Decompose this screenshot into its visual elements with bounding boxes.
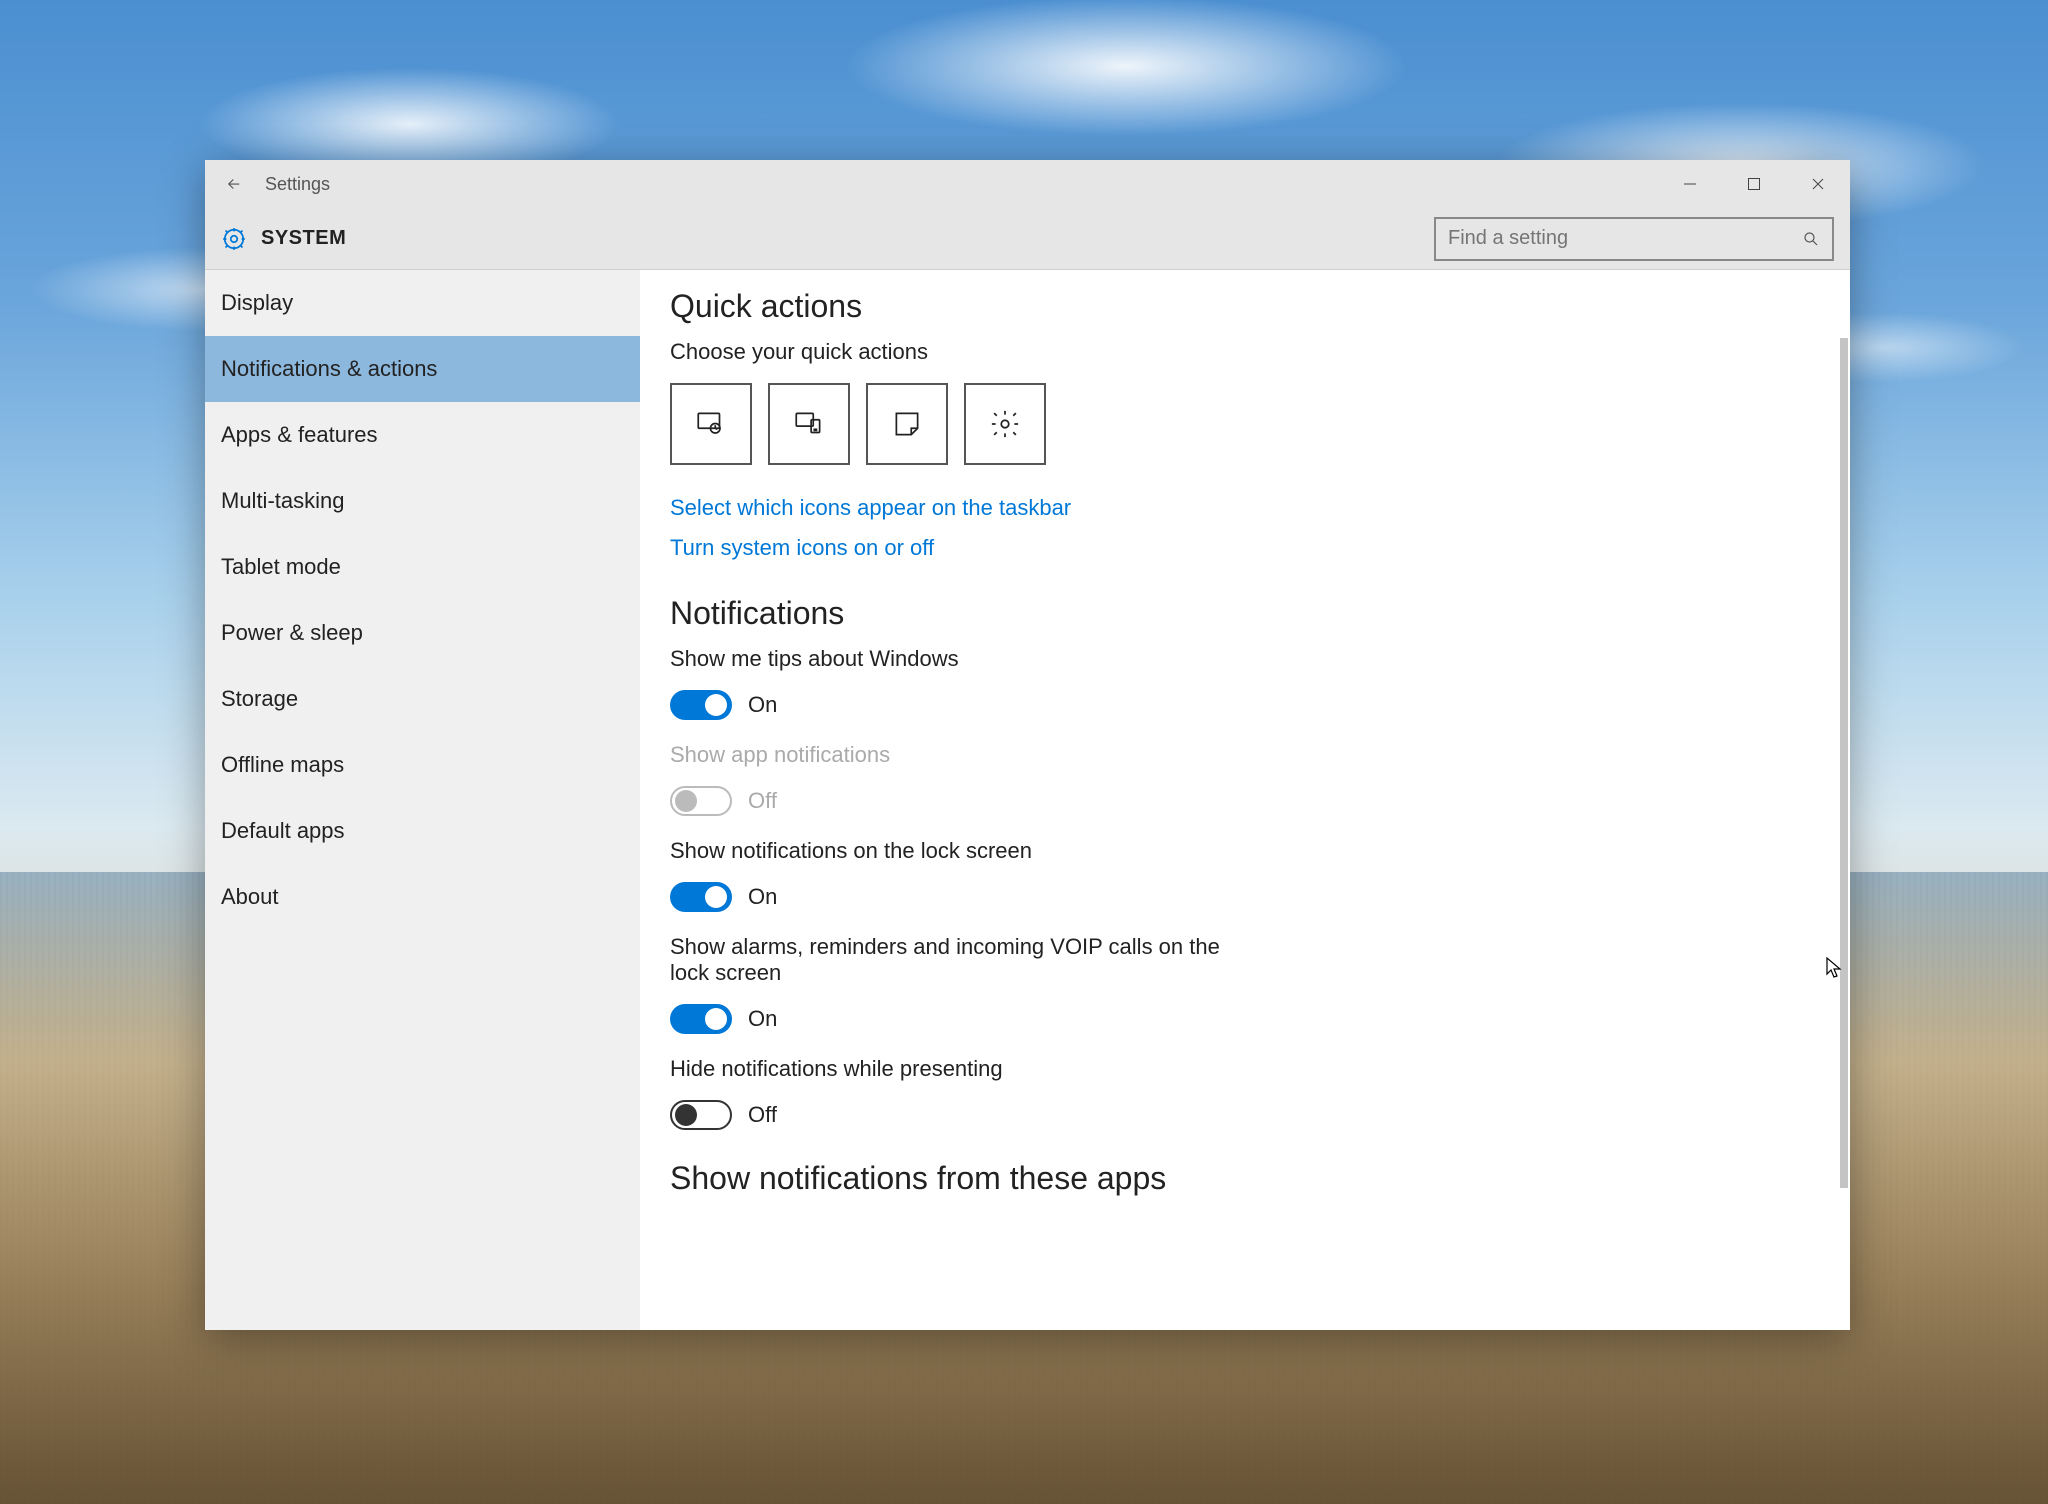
sidebar-item-label: Tablet mode [221, 554, 341, 580]
sidebar-item-label: Storage [221, 686, 298, 712]
connect-icon [792, 407, 826, 441]
sidebar-item-label: Notifications & actions [221, 356, 437, 382]
window-title: Settings [265, 174, 330, 195]
sidebar: Display Notifications & actions Apps & f… [205, 270, 640, 1330]
toggle-alarms-voip: Show alarms, reminders and incoming VOIP… [670, 934, 1230, 1034]
window-controls [1658, 160, 1850, 208]
search-input[interactable] [1448, 227, 1802, 250]
header-title: SYSTEM [261, 227, 346, 250]
toggle-tips: Show me tips about Windows On [670, 646, 1230, 720]
toggle-label: Show alarms, reminders and incoming VOIP… [670, 934, 1230, 986]
scrollbar-thumb[interactable] [1840, 338, 1848, 1188]
notifications-title: Notifications [670, 595, 1820, 632]
toggle-state: On [748, 884, 777, 910]
sidebar-item-apps[interactable]: Apps & features [205, 402, 640, 468]
gear-icon [221, 226, 247, 252]
header: SYSTEM [205, 208, 1850, 270]
sidebar-item-label: About [221, 884, 279, 910]
toggle-state: Off [748, 1102, 777, 1128]
quick-action-settings[interactable] [964, 383, 1046, 465]
toggle-lockscreen: Show notifications on the lock screen On [670, 838, 1230, 912]
taskbar-icons-link[interactable]: Select which icons appear on the taskbar [670, 495, 1820, 521]
sidebar-item-multitasking[interactable]: Multi-tasking [205, 468, 640, 534]
settings-window: Settings SYSTEM [205, 160, 1850, 1330]
toggle-switch-tips[interactable] [670, 690, 732, 720]
maximize-button[interactable] [1722, 160, 1786, 208]
toggle-label: Show me tips about Windows [670, 646, 1230, 672]
sidebar-item-label: Offline maps [221, 752, 344, 778]
sidebar-item-about[interactable]: About [205, 864, 640, 930]
apps-section-title: Show notifications from these apps [670, 1160, 1820, 1197]
sidebar-item-label: Display [221, 290, 293, 316]
toggle-label: Show notifications on the lock screen [670, 838, 1230, 864]
sidebar-item-label: Apps & features [221, 422, 378, 448]
system-icons-link[interactable]: Turn system icons on or off [670, 535, 1820, 561]
settings-icon [990, 409, 1020, 439]
toggle-switch-presenting[interactable] [670, 1100, 732, 1130]
titlebar: Settings [205, 160, 1850, 208]
minimize-button[interactable] [1658, 160, 1722, 208]
sidebar-item-defaultapps[interactable]: Default apps [205, 798, 640, 864]
sidebar-item-tablet[interactable]: Tablet mode [205, 534, 640, 600]
sidebar-item-label: Multi-tasking [221, 488, 344, 514]
sidebar-item-display[interactable]: Display [205, 270, 640, 336]
close-button[interactable] [1786, 160, 1850, 208]
toggle-switch-alarms-voip[interactable] [670, 1004, 732, 1034]
sidebar-item-maps[interactable]: Offline maps [205, 732, 640, 798]
quick-action-connect[interactable] [768, 383, 850, 465]
note-icon [890, 407, 924, 441]
toggle-switch-app-notifications [670, 786, 732, 816]
quick-action-note[interactable] [866, 383, 948, 465]
toggle-label: Show app notifications [670, 742, 1230, 768]
sidebar-item-storage[interactable]: Storage [205, 666, 640, 732]
toggle-switch-lockscreen[interactable] [670, 882, 732, 912]
body: Display Notifications & actions Apps & f… [205, 270, 1850, 1330]
search-icon [1802, 230, 1820, 248]
content-pane[interactable]: Quick actions Choose your quick actions [640, 270, 1850, 1330]
toggle-state: On [748, 1006, 777, 1032]
sidebar-item-notifications[interactable]: Notifications & actions [205, 336, 640, 402]
back-button[interactable] [213, 163, 255, 205]
search-box[interactable] [1434, 217, 1834, 261]
quick-action-tablet-mode[interactable] [670, 383, 752, 465]
quick-actions-title: Quick actions [670, 288, 1820, 325]
quick-actions-subtitle: Choose your quick actions [670, 339, 1820, 365]
sidebar-item-label: Power & sleep [221, 620, 363, 646]
toggle-state: Off [748, 788, 777, 814]
toggle-state: On [748, 692, 777, 718]
tablet-mode-icon [694, 407, 728, 441]
scrollbar[interactable] [1836, 270, 1850, 1330]
sidebar-item-label: Default apps [221, 818, 345, 844]
toggle-app-notifications: Show app notifications Off [670, 742, 1230, 816]
toggle-label: Hide notifications while presenting [670, 1056, 1230, 1082]
toggle-presenting: Hide notifications while presenting Off [670, 1056, 1230, 1130]
sidebar-item-power[interactable]: Power & sleep [205, 600, 640, 666]
quick-action-tiles [670, 383, 1820, 465]
